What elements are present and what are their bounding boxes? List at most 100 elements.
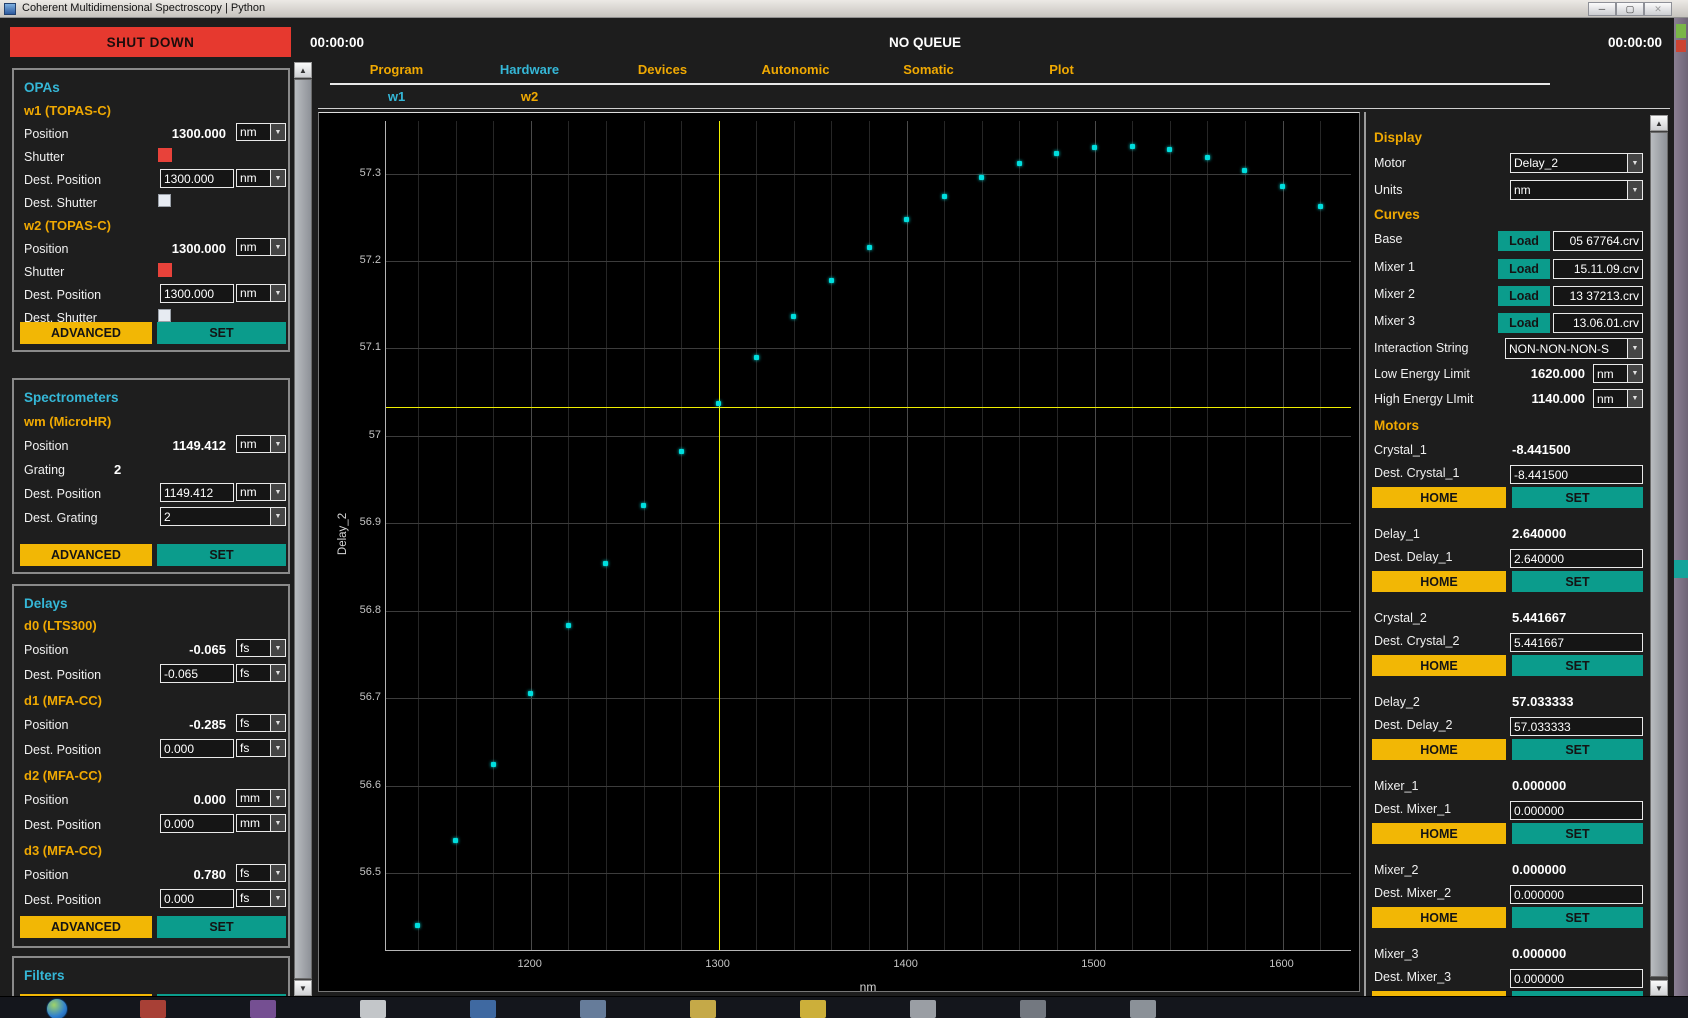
units-combo[interactable]: nm▼: [1510, 180, 1643, 200]
chevron-down-icon[interactable]: ▼: [1627, 339, 1642, 358]
delays-set-button[interactable]: SET: [157, 916, 286, 938]
chevron-down-icon[interactable]: ▼: [270, 508, 285, 525]
taskbar-app-8[interactable]: [910, 1000, 936, 1018]
d2-dest-position-input[interactable]: 0.000: [160, 814, 234, 833]
chevron-down-icon[interactable]: ▼: [270, 285, 285, 301]
motor-delay_2-home-button[interactable]: HOME: [1372, 739, 1506, 760]
motor-crystal_2-set-button[interactable]: SET: [1512, 655, 1643, 676]
opas-set-button[interactable]: SET: [157, 322, 286, 344]
motor-mixer_3-dest-input[interactable]: 0.000000: [1510, 969, 1643, 988]
d0-position-units-combo[interactable]: fs▼: [236, 639, 286, 657]
chevron-down-icon[interactable]: ▼: [270, 865, 285, 881]
opa1-dest-position-input[interactable]: 1300.000: [160, 169, 234, 188]
scroll-down-button[interactable]: ▼: [294, 980, 312, 996]
motor-crystal_1-dest-input[interactable]: -8.441500: [1510, 465, 1643, 484]
close-button[interactable]: ✕: [1644, 2, 1672, 16]
right-scrollbar[interactable]: ▲ ▼: [1650, 115, 1668, 996]
opa2-dest-shutter-checkbox[interactable]: [158, 309, 171, 322]
curve-mixer-3-load-button[interactable]: Load: [1498, 313, 1550, 333]
low-energy-units-combo[interactable]: nm▼: [1593, 364, 1643, 383]
motor-delay_1-home-button[interactable]: HOME: [1372, 571, 1506, 592]
chevron-down-icon[interactable]: ▼: [270, 790, 285, 806]
taskbar-app-3[interactable]: [360, 1000, 386, 1018]
opa1-shutter-indicator[interactable]: [158, 148, 172, 162]
scroll-up-button[interactable]: ▲: [1650, 115, 1668, 131]
d3-position-units-combo[interactable]: fs▼: [236, 864, 286, 882]
motor-mixer_1-dest-input[interactable]: 0.000000: [1510, 801, 1643, 820]
curve-base-load-button[interactable]: Load: [1498, 231, 1550, 251]
tab-program[interactable]: Program: [330, 62, 463, 77]
tab-somatic[interactable]: Somatic: [862, 62, 995, 77]
shut-down-button[interactable]: SHUT DOWN: [10, 27, 291, 57]
d2-dest-units-combo[interactable]: mm▼: [236, 814, 286, 832]
spectrometers-advanced-button[interactable]: ADVANCED: [20, 544, 152, 566]
opa1-dest-shutter-checkbox[interactable]: [158, 194, 171, 207]
motor-mixer_1-home-button[interactable]: HOME: [1372, 823, 1506, 844]
curve-mixer-3-file-input[interactable]: 13.06.01.crv: [1553, 313, 1643, 333]
tab-plot[interactable]: Plot: [995, 62, 1128, 77]
restore-button[interactable]: ▢: [1616, 2, 1644, 16]
d1-dest-units-combo[interactable]: fs▼: [236, 739, 286, 757]
opa2-dest-position-input[interactable]: 1300.000: [160, 284, 234, 303]
tab-autonomic[interactable]: Autonomic: [729, 62, 862, 77]
d0-dest-position-input[interactable]: -0.065: [160, 664, 234, 683]
chevron-down-icon[interactable]: ▼: [270, 715, 285, 731]
left-scrollbar[interactable]: ▲ ▼: [294, 62, 312, 996]
motor-delay_1-dest-input[interactable]: 2.640000: [1510, 549, 1643, 568]
plot-axes[interactable]: [385, 121, 1351, 951]
taskbar-app-10[interactable]: [1130, 1000, 1156, 1018]
motor-delay_1-set-button[interactable]: SET: [1512, 571, 1643, 592]
d0-dest-units-combo[interactable]: fs▼: [236, 664, 286, 682]
wm-dest-units-combo[interactable]: nm▼: [236, 483, 286, 501]
chevron-down-icon[interactable]: ▼: [1627, 154, 1642, 172]
motor-mixer_2-set-button[interactable]: SET: [1512, 907, 1643, 928]
chevron-down-icon[interactable]: ▼: [1627, 365, 1642, 382]
chevron-down-icon[interactable]: ▼: [270, 890, 285, 906]
wm-dest-grating-combo[interactable]: 2▼: [160, 507, 286, 526]
d3-dest-position-input[interactable]: 0.000: [160, 889, 234, 908]
motor-mixer_2-home-button[interactable]: HOME: [1372, 907, 1506, 928]
chevron-down-icon[interactable]: ▼: [270, 436, 285, 452]
chevron-down-icon[interactable]: ▼: [270, 170, 285, 186]
opa1-position-units-combo[interactable]: nm▼: [236, 123, 286, 141]
motor-mixer_2-dest-input[interactable]: 0.000000: [1510, 885, 1643, 904]
interaction-string-combo[interactable]: NON-NON-NON-S▼: [1505, 338, 1643, 359]
subtab-w1[interactable]: w1: [330, 89, 463, 104]
motor-crystal_1-set-button[interactable]: SET: [1512, 487, 1643, 508]
opa2-position-units-combo[interactable]: nm▼: [236, 238, 286, 256]
d2-position-units-combo[interactable]: mm▼: [236, 789, 286, 807]
taskbar-app-6[interactable]: [690, 1000, 716, 1018]
chevron-down-icon[interactable]: ▼: [270, 640, 285, 656]
d1-position-units-combo[interactable]: fs▼: [236, 714, 286, 732]
chevron-down-icon[interactable]: ▼: [270, 815, 285, 831]
curve-mixer-1-file-input[interactable]: 15.11.09.crv: [1553, 259, 1643, 279]
motor-crystal_2-home-button[interactable]: HOME: [1372, 655, 1506, 676]
taskbar-app-7[interactable]: [800, 1000, 826, 1018]
high-energy-units-combo[interactable]: nm▼: [1593, 389, 1643, 408]
scroll-down-button[interactable]: ▼: [1650, 980, 1668, 996]
motor-crystal_2-dest-input[interactable]: 5.441667: [1510, 633, 1643, 652]
taskbar-app-4[interactable]: [470, 1000, 496, 1018]
chevron-down-icon[interactable]: ▼: [1627, 390, 1642, 407]
subtab-w2[interactable]: w2: [463, 89, 596, 104]
left-scrollbar-thumb[interactable]: [294, 79, 312, 979]
chevron-down-icon[interactable]: ▼: [1627, 181, 1642, 199]
taskbar-app-9[interactable]: [1020, 1000, 1046, 1018]
chevron-down-icon[interactable]: ▼: [270, 665, 285, 681]
motor-delay_2-dest-input[interactable]: 57.033333: [1510, 717, 1643, 736]
chevron-down-icon[interactable]: ▼: [270, 484, 285, 500]
right-scrollbar-thumb[interactable]: [1650, 132, 1668, 977]
minimize-button[interactable]: ─: [1588, 2, 1616, 16]
opa2-dest-units-combo[interactable]: nm▼: [236, 284, 286, 302]
motor-mixer_1-set-button[interactable]: SET: [1512, 823, 1643, 844]
curve-base-file-input[interactable]: 05 67764.crv: [1553, 231, 1643, 251]
wm-dest-position-input[interactable]: 1149.412: [160, 483, 234, 502]
taskbar-app-5[interactable]: [580, 1000, 606, 1018]
motor-crystal_1-home-button[interactable]: HOME: [1372, 487, 1506, 508]
chevron-down-icon[interactable]: ▼: [270, 239, 285, 255]
opa2-shutter-indicator[interactable]: [158, 263, 172, 277]
tab-devices[interactable]: Devices: [596, 62, 729, 77]
chevron-down-icon[interactable]: ▼: [270, 124, 285, 140]
d1-dest-position-input[interactable]: 0.000: [160, 739, 234, 758]
motor-combo[interactable]: Delay_2▼: [1510, 153, 1643, 173]
